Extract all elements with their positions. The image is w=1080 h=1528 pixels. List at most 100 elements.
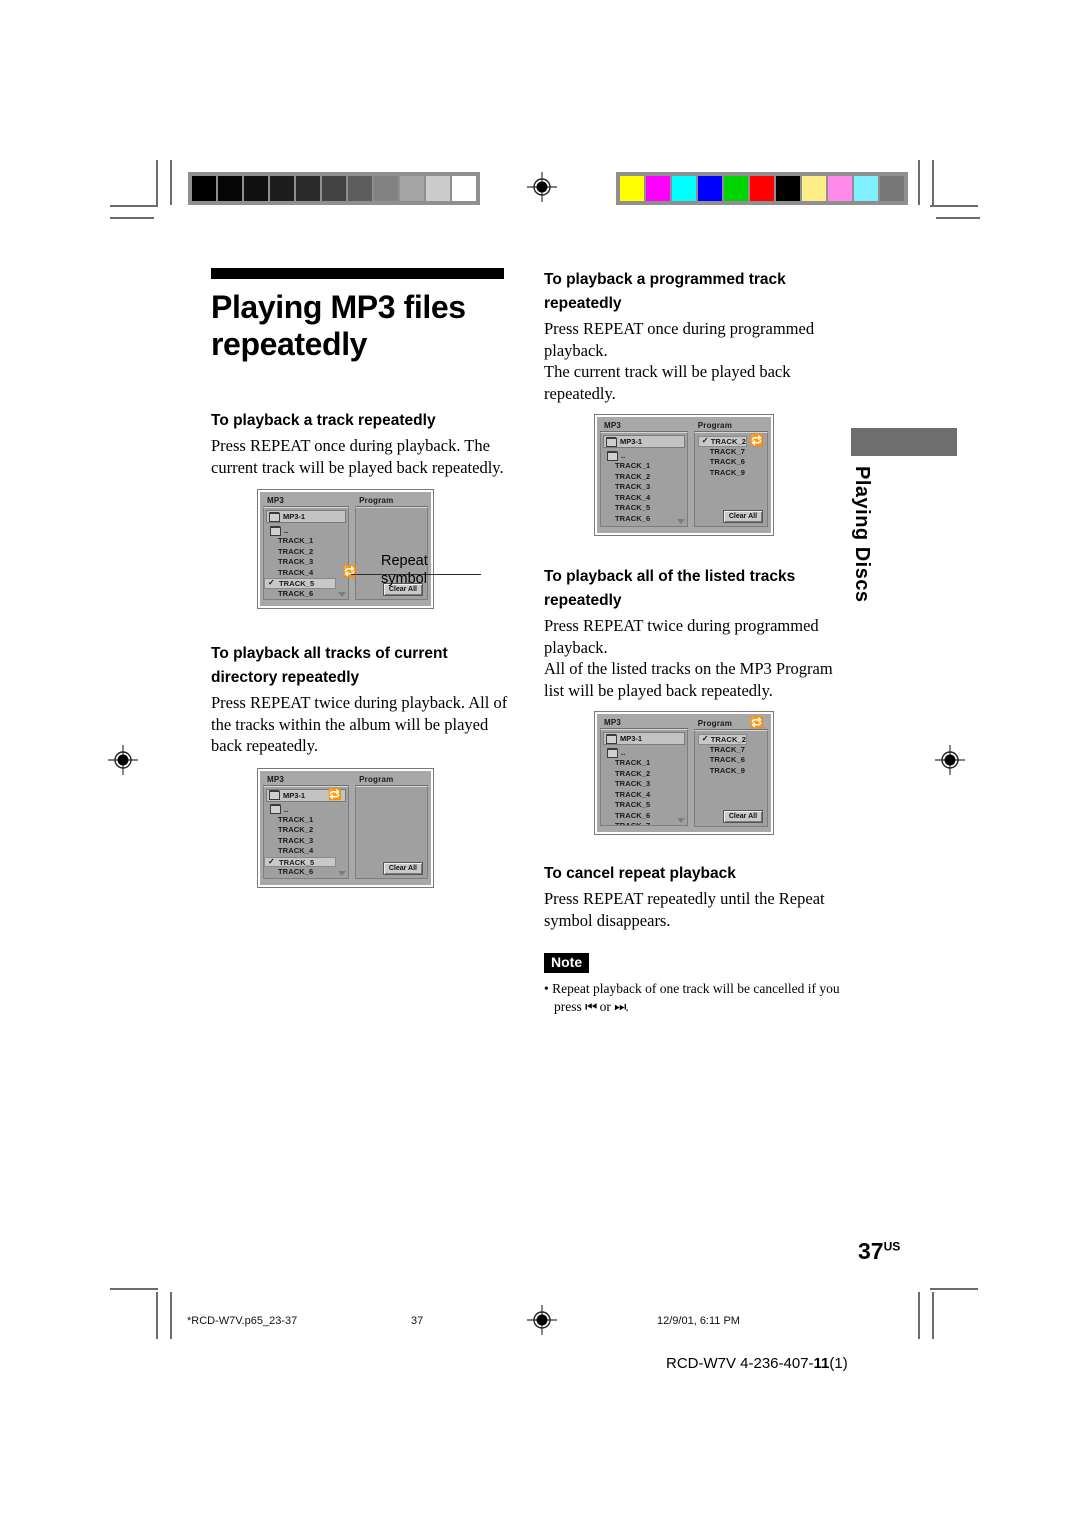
model-revision: 11 — [813, 1355, 830, 1372]
scroll-down-arrow-icon[interactable] — [338, 592, 347, 597]
track-list-item[interactable]: TRACK_6 — [698, 755, 765, 766]
chapter-tab-block — [851, 428, 957, 456]
print-footer-page: 37 — [411, 1315, 424, 1327]
section-body-listed-2: All of the listed tracks on the MP3 Prog… — [544, 659, 833, 700]
clear-all-button[interactable]: Clear All — [722, 510, 764, 523]
fig3-program-title: Program — [693, 420, 769, 432]
fig3-mp3-title: MP3 — [600, 420, 688, 432]
page-title-line1: Playing MP3 files — [211, 289, 466, 325]
track-label: TRACK_3 — [615, 779, 651, 788]
figure-lcd-programmed-repeat: MP3 MP3-1 .. TRACK_1 TRACK_2 TRACK_3 TRACK_… — [595, 415, 773, 535]
track-list-item[interactable]: TRACK_2 — [264, 547, 348, 558]
page-content: Playing MP3 files repeatedly To playback… — [0, 0, 1080, 1528]
track-list-item[interactable]: ✓ TRACK_5 — [264, 856, 337, 867]
print-footer-filename: *RCD-W7V.p65_23-37 — [187, 1315, 298, 1327]
page-title-line2: repeatedly — [211, 326, 368, 362]
prog-heading-line2: repeatedly — [544, 295, 622, 312]
clear-all-button[interactable]: Clear All — [382, 861, 423, 875]
track-list-item[interactable]: TRACK_3 — [601, 779, 687, 790]
fig3-updir-label: .. — [621, 451, 626, 460]
scroll-down-arrow-icon[interactable] — [338, 870, 347, 876]
track-label: TRACK_1 — [615, 758, 651, 767]
track-list-item[interactable]: ✓ TRACK_2 — [697, 734, 748, 745]
track-list-item[interactable]: TRACK_2 — [264, 825, 348, 836]
fig2-folder-row[interactable]: MP3-1 🔁 — [266, 788, 347, 802]
callout-line2: symbol — [381, 571, 427, 587]
fig1-mp3-list: MP3-1 .. TRACK_1 TRACK_2 TRACK_3 TRACK_4 ✓ TR… — [263, 507, 350, 600]
fig4-program-track-list: ✓ TRACK_2 TRACK_7 TRACK_6 TRACK_9 — [695, 731, 767, 776]
track-list-item[interactable]: TRACK_3 — [601, 482, 687, 493]
clear-all-button[interactable]: Clear All — [722, 810, 764, 823]
track-list-item[interactable]: ✓ TRACK_2 — [697, 436, 748, 447]
track-label: TRACK_1 — [278, 536, 314, 545]
track-label: TRACK_6 — [709, 755, 746, 764]
fig1-mp3-title-text: MP3 — [267, 496, 285, 505]
track-list-item[interactable]: TRACK_1 — [264, 815, 348, 826]
track-list-item[interactable]: TRACK_7 — [601, 524, 687, 526]
track-list-item[interactable]: TRACK_7 — [264, 599, 348, 600]
fig4-mp3-title: MP3 — [600, 717, 688, 729]
track-list-item[interactable]: TRACK_1 — [601, 461, 687, 472]
track-list-item[interactable]: TRACK_4 — [264, 568, 348, 579]
fig3-folder-row[interactable]: MP3-1 — [603, 435, 685, 448]
fig2-updir-row[interactable]: .. — [264, 804, 348, 815]
track-list-item[interactable]: TRACK_4 — [601, 790, 687, 801]
fig4-mp3-title-text: MP3 — [604, 718, 622, 727]
track-list-item[interactable]: TRACK_3 — [264, 557, 348, 568]
fig1-program-title: Program — [355, 495, 428, 507]
fig2-track-list: TRACK_1 TRACK_2 TRACK_3 TRACK_4 ✓ TRACK_5 TRAC… — [264, 815, 348, 879]
track-label: TRACK_1 — [278, 814, 314, 824]
track-list-item[interactable]: TRACK_9 — [698, 766, 765, 777]
dir-heading-line2: directory repeatedly — [211, 669, 360, 686]
track-list-item[interactable]: TRACK_7 — [698, 745, 765, 756]
fig1-folder-row[interactable]: MP3-1 — [266, 510, 347, 523]
track-list-item[interactable]: TRACK_6 — [601, 514, 687, 525]
fig2-program-list: Clear All — [355, 785, 428, 879]
fig2-mp3-title-text: MP3 — [267, 774, 285, 784]
note-bullet-item: • Repeat playback of one track will be c… — [544, 980, 847, 1016]
track-list-item[interactable]: TRACK_5 — [601, 800, 687, 811]
track-list-item[interactable]: TRACK_7 — [698, 447, 765, 458]
fig3-updir-row[interactable]: .. — [601, 450, 687, 461]
scroll-down-arrow-icon[interactable] — [676, 519, 685, 524]
track-list-item[interactable]: TRACK_7 — [601, 821, 687, 825]
track-list-item[interactable]: TRACK_1 — [264, 536, 348, 547]
title-rule — [211, 268, 504, 279]
fig3-mp3-pane: MP3 MP3-1 .. TRACK_1 TRACK_2 TRACK_3 TRACK_… — [600, 420, 691, 530]
track-list-item[interactable]: TRACK_4 — [601, 493, 687, 504]
track-list-item[interactable]: TRACK_7 — [264, 878, 348, 879]
track-label: TRACK_7 — [278, 599, 313, 600]
folder-icon — [269, 511, 280, 522]
track-list-item[interactable]: TRACK_1 — [601, 758, 687, 769]
fig4-program-pane: Program 🔁 ✓ TRACK_2 TRACK_7 TRACK_6 TRACK_9 … — [691, 717, 769, 829]
left-column: Playing MP3 files repeatedly To playback… — [211, 268, 511, 891]
track-list-item[interactable]: TRACK_6 — [698, 457, 765, 468]
track-list-item[interactable]: TRACK_2 — [601, 769, 687, 780]
track-list-item[interactable]: TRACK_3 — [264, 836, 348, 847]
page-title: Playing MP3 files repeatedly — [211, 289, 511, 363]
scroll-down-arrow-icon[interactable] — [676, 818, 685, 823]
fig4-updir-row[interactable]: .. — [601, 747, 687, 758]
track-label: TRACK_2 — [710, 437, 747, 446]
track-list-item[interactable]: TRACK_6 — [264, 589, 348, 600]
section-body-cancel-repeat: Press REPEAT repeatedly until the Repeat… — [544, 889, 825, 930]
track-label: TRACK_6 — [709, 457, 746, 466]
track-label: TRACK_7 — [709, 744, 746, 754]
track-list-item[interactable]: TRACK_4 — [264, 846, 348, 857]
track-list-item[interactable]: ✓ TRACK_5 — [264, 578, 337, 589]
track-label: TRACK_5 — [279, 857, 315, 867]
track-label: TRACK_9 — [709, 765, 746, 775]
track-list-item[interactable]: TRACK_5 — [601, 503, 687, 514]
fig1-program-title-text: Program — [359, 496, 394, 505]
track-list-item[interactable]: TRACK_2 — [601, 472, 687, 483]
fig4-folder-row[interactable]: MP3-1 — [603, 732, 685, 745]
note-badge: Note — [544, 953, 590, 973]
track-list-item[interactable]: TRACK_6 — [601, 811, 687, 822]
track-label: TRACK_7 — [709, 446, 746, 456]
track-list-item[interactable]: TRACK_6 — [264, 867, 348, 878]
check-icon: ✓ — [268, 856, 275, 866]
figure-lcd-listed-repeat: MP3 MP3-1 .. TRACK_1 TRACK_2 TRACK_3 TRACK_… — [595, 712, 773, 834]
fig1-updir-row[interactable]: .. — [264, 525, 348, 536]
track-list-item[interactable]: TRACK_9 — [698, 468, 765, 479]
fig3-track-list: TRACK_1 TRACK_2 TRACK_3 TRACK_4 TRACK_5 TRACK… — [601, 461, 687, 526]
